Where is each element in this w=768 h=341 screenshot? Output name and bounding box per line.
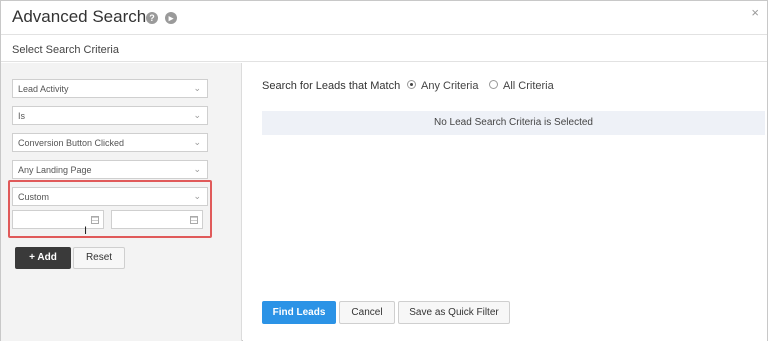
add-button[interactable]: + Add [15,247,71,269]
all-criteria-label[interactable]: All Criteria [503,80,554,92]
criteria-field-value: Lead Activity [18,84,69,94]
chevron-down-icon: ⌄ [193,83,201,93]
activity-value: Conversion Button Clicked [18,138,125,148]
chevron-down-icon: ⌄ [193,164,201,174]
criteria-field-select[interactable]: Lead Activity ⌄ [12,79,208,98]
chevron-down-icon: ⌄ [193,110,201,120]
cancel-button[interactable]: Cancel [339,301,395,324]
any-criteria-radio[interactable] [407,80,416,89]
text-cursor-icon: I [84,225,88,237]
landing-page-value: Any Landing Page [18,165,92,175]
reset-button[interactable]: Reset [73,247,125,269]
advanced-search-dialog: Advanced Search ? ▸ × Select Search Crit… [0,0,768,341]
highlight-box [8,180,212,238]
results-panel: Search for Leads that Match Any Criteria… [243,63,767,341]
all-criteria-radio[interactable] [489,80,498,89]
subheader-label: Select Search Criteria [12,44,119,56]
play-icon[interactable]: ▸ [165,12,177,24]
any-criteria-label[interactable]: Any Criteria [421,80,478,92]
save-quick-filter-button[interactable]: Save as Quick Filter [398,301,510,324]
close-icon[interactable]: × [751,5,759,20]
activity-select[interactable]: Conversion Button Clicked ⌄ [12,133,208,152]
dialog-header: Advanced Search ? ▸ × [1,1,767,35]
operator-value: Is [18,111,26,121]
landing-page-select[interactable]: Any Landing Page ⌄ [12,160,208,179]
match-label: Search for Leads that Match [262,80,401,92]
chevron-down-icon: ⌄ [193,137,201,147]
help-icon[interactable]: ? [146,12,158,24]
operator-select[interactable]: Is ⌄ [12,106,208,125]
subheader: Select Search Criteria [1,36,767,62]
find-leads-button[interactable]: Find Leads [262,301,336,324]
empty-criteria-banner: No Lead Search Criteria is Selected [262,111,765,135]
dialog-title: Advanced Search [12,7,147,26]
criteria-panel: Lead Activity ⌄ Is ⌄ Conversion Button C… [1,63,242,341]
